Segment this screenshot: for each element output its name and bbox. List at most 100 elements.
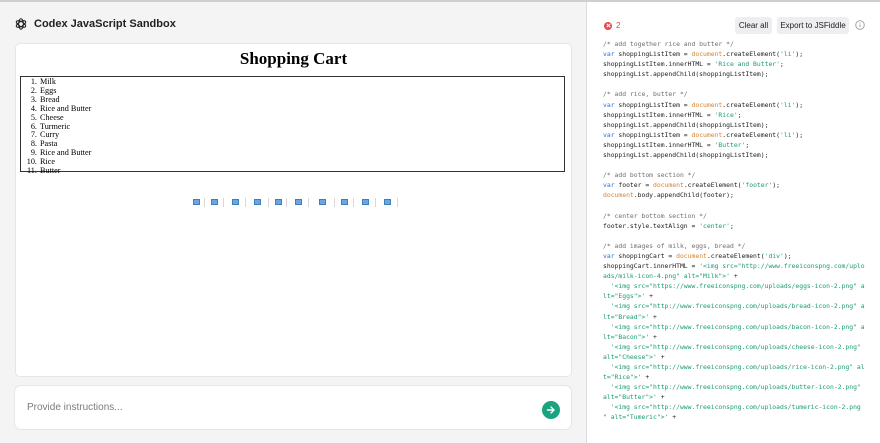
cart-list: MilkEggsBreadRice and ButterCheeseTurmer… [21, 77, 564, 176]
code-line: '<img src="http://www.freeiconspng.com/u… [603, 322, 878, 332]
code-token: shoppingList.appendChild(shoppingListIte… [603, 70, 769, 79]
code-token: shoppingList.appendChild(shoppingListIte… [603, 151, 769, 160]
code-token: 'Butter' [714, 140, 746, 149]
broken-image-icon [205, 198, 224, 207]
code-token: ); [783, 251, 792, 260]
image-placeholder-icon [193, 199, 200, 205]
code-token: + [645, 292, 654, 301]
sandbox-left-pane: Codex JavaScript Sandbox Shopping Cart M… [0, 2, 586, 443]
code-line: var shoppingCart = document.createElemen… [603, 251, 878, 261]
preview-frame: Shopping Cart MilkEggsBreadRice and Butt… [16, 44, 571, 376]
instructions-input[interactable] [25, 397, 529, 417]
code-token: shoppingListItem.innerHTML = [603, 110, 715, 119]
code-token: ads/milk-icon-4.png" alt="Milk">' [603, 272, 730, 281]
code-token: '<img src="https://www.freeiconspng.com/… [603, 282, 865, 291]
code-token: lt="Bacon">' [603, 332, 650, 341]
broken-image-icon [246, 198, 269, 207]
code-token: ; [729, 221, 734, 230]
code-token: 'li' [780, 100, 796, 109]
code-token: 'Rice' [714, 110, 738, 119]
code-editor[interactable]: /* add together rice and butter */var sh… [603, 39, 878, 423]
code-token: 'footer' [741, 181, 773, 190]
broken-image-icon [269, 198, 287, 207]
code-line: shoppingList.appendChild(shoppingListIte… [603, 120, 878, 130]
image-placeholder-icon [232, 199, 239, 205]
image-placeholder-icon [211, 199, 218, 205]
code-line: '<img src="http://www.freeiconspng.com/u… [603, 382, 878, 392]
broken-image-icon [335, 198, 354, 207]
broken-image-icon [309, 198, 335, 207]
code-token: /* add images of milk, eggs, bread */ [603, 241, 746, 250]
code-line: var footer = document.createElement('foo… [603, 180, 878, 190]
code-token: var [603, 181, 619, 190]
code-token: .createElement( [722, 50, 780, 59]
code-token: ); [772, 181, 781, 190]
error-count: 2 [616, 21, 621, 30]
code-token: lt="Bread">' [603, 312, 650, 321]
code-token: " alt="Tumeric">' [603, 413, 669, 422]
code-line: document.body.appendChild(footer); [603, 190, 878, 200]
code-token: .createElement( [722, 100, 780, 109]
code-token: document [676, 251, 707, 260]
code-token: t="Rice">' [603, 373, 642, 382]
code-token: var [603, 50, 619, 59]
code-token: '<img src="http://www.freeiconspng.com/u… [603, 403, 861, 412]
code-token: + [649, 332, 657, 341]
error-icon [604, 21, 612, 30]
broken-image-icon [187, 198, 205, 207]
code-token: + [641, 373, 650, 382]
code-token: shoppingListItem.innerHTML = [603, 140, 715, 149]
cart-list-item: Curry [39, 131, 564, 140]
code-token: ); [795, 100, 804, 109]
error-indicator[interactable]: 2 [604, 21, 620, 30]
code-line: shoppingListItem.innerHTML = 'Butter'; [603, 140, 878, 150]
code-token: ; [737, 110, 742, 119]
code-token: document [691, 100, 723, 109]
image-placeholder-icon [384, 199, 391, 205]
code-line: var shoppingListItem = document.createEl… [603, 49, 878, 59]
send-button[interactable] [542, 401, 560, 419]
code-line: alt="Butter">' + [603, 392, 878, 402]
cart-list-item: Butter [39, 166, 564, 176]
cart-heading: Shopping Cart [239, 49, 348, 68]
code-token: '<img src="http://www.freeiconspng.com/u… [603, 383, 861, 392]
broken-image-icon [376, 198, 398, 207]
code-token: /* add rice, butter */ [603, 90, 688, 99]
export-jsfiddle-button[interactable]: Export to JSFiddle [777, 17, 849, 34]
code-token: document [691, 50, 723, 59]
code-token: /* center bottom section */ [603, 211, 707, 220]
code-line: '<img src="http://www.freeiconspng.com/u… [603, 402, 878, 412]
code-line: '<img src="http://www.freeiconspng.com/u… [603, 301, 878, 311]
image-placeholder-icon [275, 199, 282, 205]
code-token: shoppingList.appendChild(shoppingListIte… [603, 120, 769, 129]
arrow-right-icon [546, 406, 555, 414]
info-icon[interactable] [855, 20, 865, 30]
cart-list-item: Rice and Butter [39, 104, 564, 114]
code-line: shoppingList.appendChild(shoppingListIte… [603, 150, 878, 160]
cart-list-item: Pasta [39, 139, 564, 149]
code-line: alt="Cheese">' + [603, 352, 878, 362]
instructions-panel [15, 386, 571, 429]
code-token: .body.appendChild(footer); [633, 191, 734, 200]
cart-list-item: Bread [39, 95, 564, 105]
code-token: /* add bottom section */ [603, 171, 696, 180]
code-token: ); [795, 50, 804, 59]
openai-logo-icon [15, 18, 27, 30]
code-line: '<img src="https://www.freeiconspng.com/… [603, 281, 878, 291]
code-line: '<img src="http://www.freeiconspng.com/u… [603, 362, 878, 372]
code-token: document [653, 181, 684, 190]
code-line: ads/milk-icon-4.png" alt="Milk">' + [603, 271, 878, 281]
code-token: + [649, 312, 657, 321]
code-token: 'div' [764, 251, 784, 260]
app-header: Codex JavaScript Sandbox [14, 14, 176, 34]
cart-list-item: Rice [39, 157, 564, 167]
code-line: shoppingListItem.innerHTML = 'Rice'; [603, 110, 878, 120]
code-line: footer.style.textAlign = 'center'; [603, 221, 878, 231]
clear-all-button[interactable]: Clear all [735, 17, 772, 34]
code-token: var [603, 130, 619, 139]
cart-list-item: Eggs [39, 86, 564, 96]
code-token: footer = [618, 181, 654, 190]
